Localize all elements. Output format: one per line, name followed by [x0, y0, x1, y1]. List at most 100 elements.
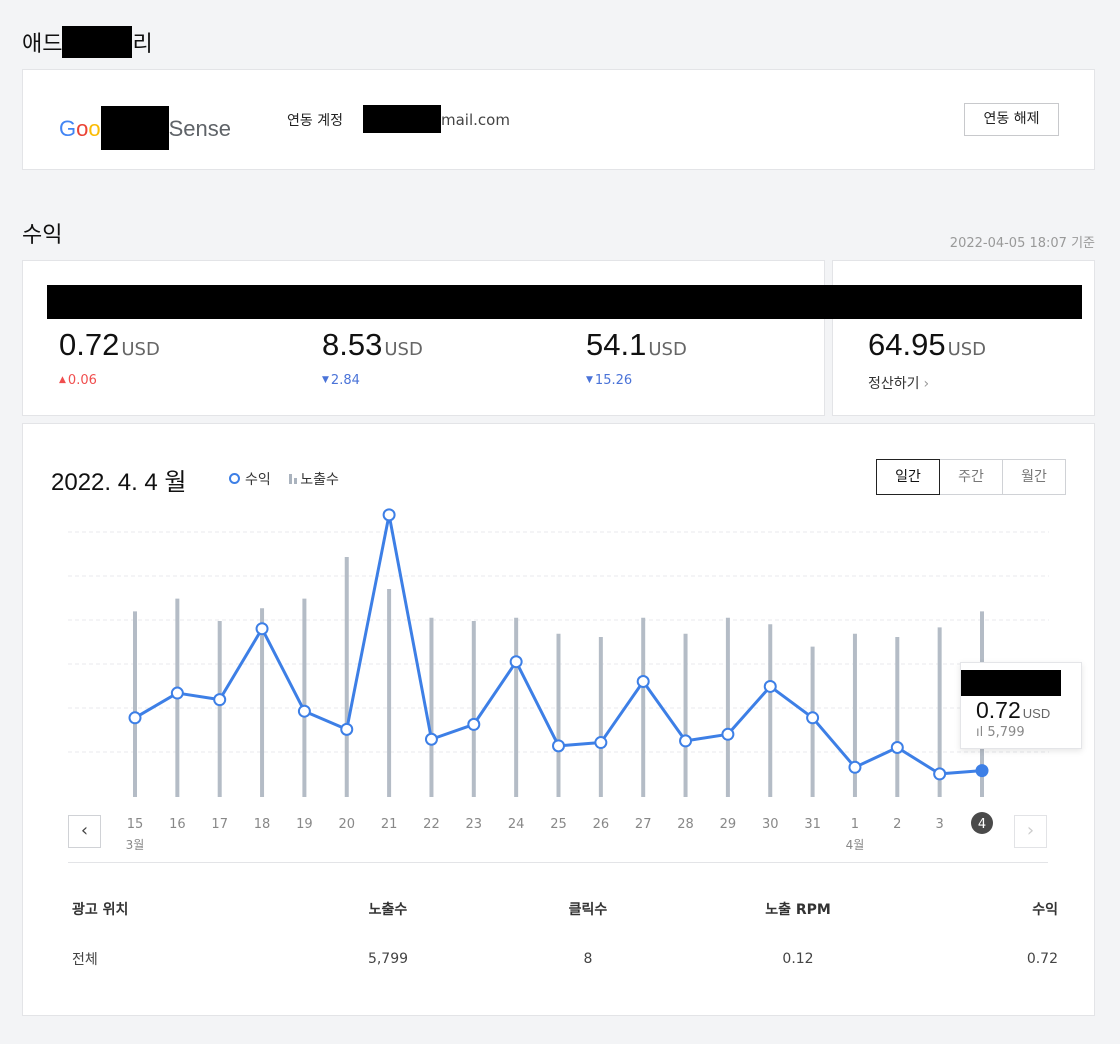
x-tick-label: 1 — [851, 817, 859, 832]
stat-delta: ▼ 2.84 — [322, 373, 360, 388]
stat-delta: ▲ 0.06 — [59, 373, 97, 388]
stat-value: 64.95 — [868, 327, 946, 362]
up-triangle-icon: ▲ — [59, 375, 66, 385]
x-tick-label: 22 — [423, 817, 440, 832]
table-cell: 0.12 — [782, 951, 814, 967]
total-revenue-card: 64.95 USD 정산하기 › — [832, 260, 1095, 416]
x-tick-label: 15 — [127, 817, 144, 832]
page-title: 애드 리 — [22, 26, 153, 58]
chart-tooltip: 0.72 USD ıl 5,799 — [960, 662, 1082, 749]
revenue-point — [340, 722, 354, 736]
x-tick-label: 23 — [466, 817, 483, 832]
down-triangle-icon: ▼ — [322, 375, 329, 385]
revenue-point — [424, 732, 438, 746]
chevron-left-icon: ‹ — [80, 820, 89, 841]
stat-today: 0.72 USD ▲ 0.06 — [59, 327, 160, 388]
adsense-logo: Goo Sense — [59, 106, 231, 150]
revenue-point — [467, 717, 481, 731]
stat-total: 64.95 USD 정산하기 › — [868, 327, 986, 393]
revenue-point — [679, 734, 693, 748]
stat-unit: USD — [947, 339, 987, 360]
redacted-block — [62, 26, 133, 58]
column-header: 수익 — [1032, 902, 1058, 918]
x-tick-label: 24 — [508, 817, 525, 832]
chevron-right-icon: › — [923, 376, 930, 392]
x-tick-label: 28 — [677, 817, 694, 832]
as-of-timestamp: 2022-04-05 18:07 기준 — [949, 236, 1095, 251]
revenue-point — [721, 727, 735, 741]
revenue-point — [594, 736, 608, 750]
revenue-point — [213, 693, 227, 707]
month-label: 4월 — [846, 838, 865, 852]
x-tick-label: 21 — [381, 817, 398, 832]
redacted-block — [961, 670, 1061, 696]
revenue-point — [552, 739, 565, 753]
redacted-block — [100, 106, 169, 150]
redacted-block — [363, 105, 441, 133]
revenue-point — [255, 622, 269, 636]
revenue-point — [890, 741, 904, 754]
stat-week: 8.53 USD ▼ 2.84 — [322, 327, 423, 388]
chevron-right-icon: › — [1026, 820, 1035, 841]
x-tick-label: 20 — [338, 817, 355, 832]
revenue-point — [763, 679, 777, 693]
revenue-point — [848, 760, 862, 774]
x-tick-label: 31 — [804, 817, 821, 832]
table-header-row: 광고 위치 노출수 클릭수 노출 RPM 수익 — [58, 899, 1058, 949]
stat-value: 0.72 — [59, 327, 120, 362]
x-tick-label: 29 — [720, 817, 737, 832]
adsense-account-card: Goo Sense 연동 계정 mail.com 연동 해제 — [22, 69, 1095, 170]
x-tick-label: 3 — [936, 817, 944, 832]
month-label: 3월 — [126, 838, 145, 852]
account-email: mail.com — [363, 105, 510, 133]
revenue-point — [509, 655, 523, 669]
stat-value: 54.1 — [586, 327, 647, 362]
revenue-point — [170, 686, 184, 700]
column-header: 클릭수 — [568, 902, 608, 918]
x-tick-label: 18 — [254, 817, 271, 832]
table-cell: 전체 — [72, 952, 98, 968]
column-header: 노출수 — [368, 902, 408, 918]
revenue-point — [297, 704, 311, 718]
prev-period-button[interactable]: ‹ — [68, 815, 101, 848]
stat-delta: ▼ 15.26 — [586, 373, 633, 388]
x-tick-label: 27 — [635, 817, 652, 832]
x-tick-label: 4 — [978, 817, 986, 832]
table-cell: 8 — [583, 951, 593, 967]
x-tick-label: 2 — [893, 817, 901, 832]
tooltip-impressions: ıl 5,799 — [976, 725, 1025, 740]
x-tick-label: 17 — [211, 817, 228, 832]
stat-month: 54.1 USD ▼ 15.26 — [586, 327, 687, 388]
revenue-title: 수익 — [22, 223, 63, 248]
x-tick-label: 16 — [169, 817, 186, 832]
table-cell: 5,799 — [367, 951, 409, 967]
stat-unit: USD — [384, 339, 423, 360]
bar-icon: ıl — [976, 725, 984, 740]
column-header: 광고 위치 — [72, 902, 129, 918]
settle-link[interactable]: 정산하기 › — [868, 373, 986, 393]
revenue-point — [975, 764, 989, 778]
tab-daily[interactable]: 일간 — [876, 459, 940, 495]
revenue-point — [128, 711, 142, 725]
revenue-point — [636, 675, 650, 688]
account-label: 연동 계정 — [287, 113, 343, 129]
stat-unit: USD — [648, 339, 687, 360]
tooltip-value: 0.72 USD — [976, 697, 1051, 723]
table-row: 전체 5,799 8 0.12 0.72 — [58, 949, 1058, 969]
x-tick-label: 25 — [550, 817, 567, 832]
unlink-button[interactable]: 연동 해제 — [964, 103, 1059, 136]
redacted-block — [47, 285, 1082, 319]
divider — [68, 862, 1048, 863]
down-triangle-icon: ▼ — [586, 375, 593, 385]
revenue-point — [806, 711, 820, 725]
x-tick-label: 26 — [593, 817, 610, 832]
next-period-button[interactable]: › — [1014, 815, 1047, 848]
x-tick-label: 19 — [296, 817, 313, 832]
revenue-stats-card: 0.72 USD ▲ 0.06 8.53 USD ▼ 2.84 54.1 USD ▼ 15.… — [22, 260, 825, 416]
stat-unit: USD — [121, 339, 160, 360]
table-cell: 0.72 — [1026, 951, 1058, 967]
chart-card: 2022. 4. 4 월 수익 노출수 일간 주간 월간 15 16 17 18 19 2… — [22, 423, 1095, 1016]
revenue-point — [382, 508, 396, 522]
revenue-point — [933, 767, 947, 781]
column-header: 노출 RPM — [765, 902, 831, 918]
